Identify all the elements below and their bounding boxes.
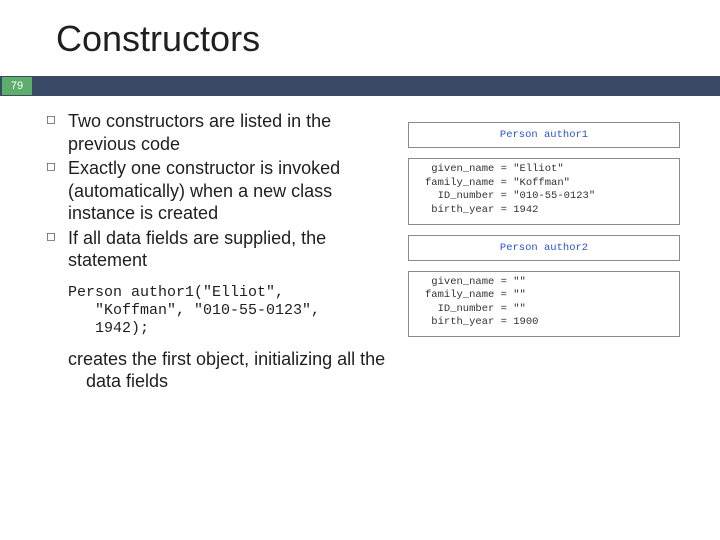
object2-fields-box: given_name = "" family_name = "" ID_numb… [408, 271, 680, 338]
bullet-item: Two constructors are listed in the previ… [40, 110, 390, 155]
after-code-text: creates the first object, initializing a… [58, 348, 390, 393]
left-column: Two constructors are listed in the previ… [40, 110, 400, 393]
bullet-item: Exactly one constructor is invoked (auto… [40, 157, 390, 225]
object2-fields: given_name = "" family_name = "" ID_numb… [409, 272, 679, 337]
object2-declaration: Person author2 [409, 238, 679, 258]
object1-declaration: Person author1 [409, 125, 679, 145]
code-snippet: Person author1("Elliot", "Koffman", "010… [40, 274, 390, 348]
bullet-item: If all data fields are supplied, the sta… [40, 227, 390, 272]
slide-title: Constructors [0, 0, 720, 76]
object-header-box: Person author2 [408, 235, 680, 261]
page-number: 79 [2, 77, 32, 95]
right-column: Person author1 given_name = "Elliot" fam… [400, 110, 680, 393]
content-area: Two constructors are listed in the previ… [0, 96, 720, 393]
object-header-box: Person author1 [408, 122, 680, 148]
page-band: 79 [0, 76, 720, 96]
object1-fields-box: given_name = "Elliot" family_name = "Kof… [408, 158, 680, 225]
bullet-list: Two constructors are listed in the previ… [40, 110, 390, 272]
object1-fields: given_name = "Elliot" family_name = "Kof… [409, 159, 679, 224]
